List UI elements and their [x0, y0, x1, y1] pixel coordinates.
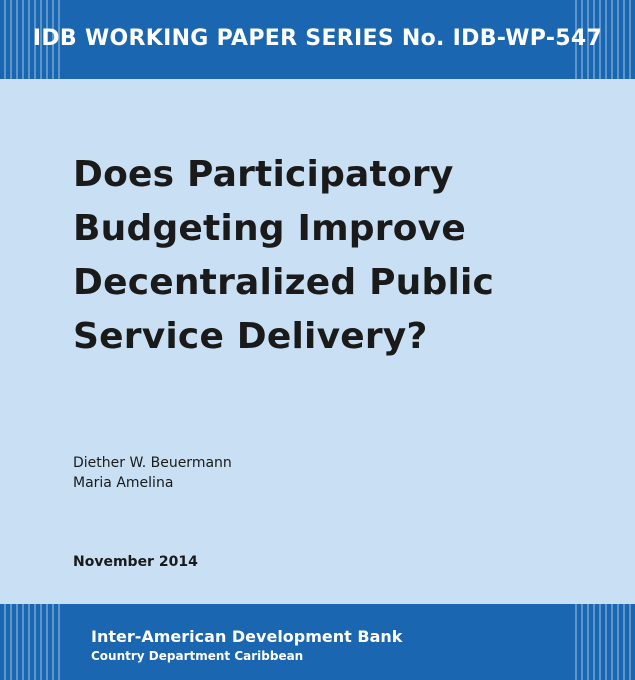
footer-stripes-right — [571, 604, 635, 680]
paper-cover: IDB WORKING PAPER SERIES No. IDB-WP-547 … — [0, 0, 635, 680]
footer-stripes-left — [0, 604, 64, 680]
series-label: IDB WORKING PAPER SERIES No. IDB-WP-547 — [32, 26, 603, 51]
author-name: Maria Amelina — [73, 475, 174, 491]
publication-date: November 2014 — [73, 554, 198, 570]
organization-block: Inter-American Development Bank Country … — [91, 627, 402, 665]
organization-department: Country Department Caribbean — [91, 649, 304, 663]
title-line: Decentralized Public — [73, 262, 495, 303]
title-line: Budgeting Improve — [73, 208, 466, 249]
paper-title: Does Participatory Budgeting Improve Dec… — [73, 148, 553, 364]
title-line: Service Delivery? — [73, 316, 428, 357]
author-list: Diether W. Beuermann Maria Amelina — [73, 453, 232, 493]
title-line: Does Participatory — [73, 154, 454, 195]
author-name: Diether W. Beuermann — [73, 455, 232, 471]
organization-name: Inter-American Development Bank — [91, 627, 403, 646]
